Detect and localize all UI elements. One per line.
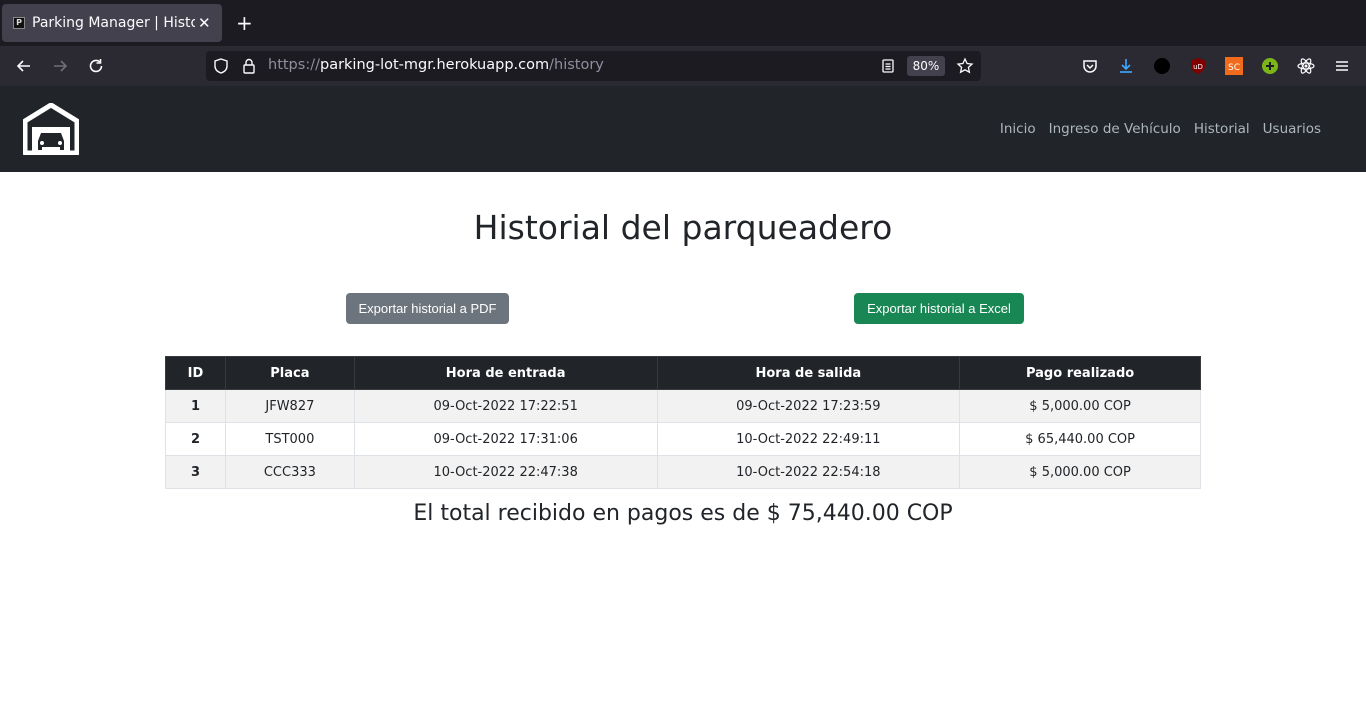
cell-hora-entrada: 09-Oct-2022 17:31:06 — [353, 422, 658, 456]
cell-hora-salida: 09-Oct-2022 17:23:59 — [656, 389, 961, 423]
favicon-icon: P — [13, 17, 25, 29]
zoom-level-badge[interactable]: 80% — [907, 56, 945, 76]
nav-link-ingreso-vehiculo[interactable]: Ingreso de Vehículo — [1049, 121, 1181, 137]
cell-id: 3 — [165, 455, 226, 489]
url-host: parking-lot-mgr.herokuapp.com — [319, 57, 550, 73]
cell-id: 1 — [165, 389, 226, 423]
column-header-id: ID — [165, 356, 226, 390]
hamburger-menu-icon[interactable] — [1333, 57, 1351, 75]
nav-link-usuarios[interactable]: Usuarios — [1263, 121, 1321, 137]
url-bar[interactable]: https://parking-lot-mgr.herokuapp.com/hi… — [206, 51, 981, 81]
cell-hora-entrada: 10-Oct-2022 22:47:38 — [353, 455, 658, 489]
url-scheme: https:// — [268, 57, 320, 73]
tab-title: Parking Manager | Historial — [32, 15, 195, 31]
cell-hora-entrada: 09-Oct-2022 17:22:51 — [353, 389, 658, 423]
table-row: 3 CCC333 10-Oct-2022 22:47:38 10-Oct-202… — [165, 455, 1201, 489]
black-circle-extension-icon[interactable] — [1153, 57, 1171, 75]
cell-placa: JFW827 — [224, 389, 355, 423]
column-header-placa: Placa — [224, 356, 355, 390]
browser-tab[interactable]: P Parking Manager | Historial ✕ — [2, 4, 222, 42]
cell-id: 2 — [165, 422, 226, 456]
url-text[interactable]: https://parking-lot-mgr.herokuapp.com/hi… — [268, 57, 604, 73]
pocket-icon[interactable] — [1081, 57, 1099, 75]
table-header-row: ID Placa Hora de entrada Hora de salida … — [165, 356, 1201, 390]
export-excel-button[interactable]: Exportar historial a Excel — [854, 293, 1024, 324]
react-devtools-icon[interactable] — [1297, 57, 1315, 75]
new-tab-icon[interactable]: + — [236, 12, 253, 34]
column-header-pago: Pago realizado — [959, 356, 1201, 390]
bookmark-star-icon[interactable] — [956, 57, 974, 75]
column-header-hora-entrada: Hora de entrada — [353, 356, 658, 390]
table-row: 1 JFW827 09-Oct-2022 17:22:51 09-Oct-202… — [165, 389, 1201, 423]
reload-icon[interactable] — [86, 56, 106, 76]
export-pdf-button[interactable]: Exportar historial a PDF — [346, 293, 509, 324]
back-icon[interactable] — [14, 56, 34, 76]
browser-tab-strip: P Parking Manager | Historial ✕ + — [0, 0, 1366, 46]
tracking-shield-icon[interactable] — [212, 57, 230, 75]
cell-pago: $ 5,000.00 COP — [959, 389, 1201, 423]
lock-icon[interactable] — [240, 57, 258, 75]
tab-close-icon[interactable]: ✕ — [198, 14, 211, 32]
cell-pago: $ 5,000.00 COP — [959, 455, 1201, 489]
forward-icon[interactable] — [50, 56, 70, 76]
sc-extension-icon[interactable]: SC — [1225, 57, 1243, 75]
green-plus-extension-icon[interactable] — [1261, 57, 1279, 75]
cell-placa: CCC333 — [224, 455, 355, 489]
total-payments-text: El total recibido en pagos es de $ 75,44… — [413, 501, 953, 526]
download-icon[interactable] — [1117, 57, 1135, 75]
reader-view-icon[interactable] — [879, 57, 897, 75]
site-nav: Inicio Ingreso de Vehículo Historial Usu… — [987, 121, 1321, 137]
cell-hora-salida: 10-Oct-2022 22:49:11 — [656, 422, 961, 456]
ublock-origin-icon[interactable]: uD — [1189, 57, 1207, 75]
cell-pago: $ 65,440.00 COP — [959, 422, 1201, 456]
cell-hora-salida: 10-Oct-2022 22:54:18 — [656, 455, 961, 489]
column-header-hora-salida: Hora de salida — [656, 356, 961, 390]
svg-text:SC: SC — [1228, 63, 1240, 73]
history-table: ID Placa Hora de entrada Hora de salida … — [165, 356, 1201, 489]
svg-text:uD: uD — [1193, 63, 1203, 71]
parking-garage-logo-icon[interactable] — [23, 103, 79, 155]
page-title: Historial del parqueadero — [473, 208, 893, 247]
site-header: Inicio Ingreso de Vehículo Historial Usu… — [0, 86, 1366, 172]
cell-placa: TST000 — [224, 422, 355, 456]
url-path: /history — [549, 57, 604, 73]
nav-link-inicio[interactable]: Inicio — [1000, 121, 1036, 137]
browser-toolbar: https://parking-lot-mgr.herokuapp.com/hi… — [0, 46, 1366, 86]
table-row: 2 TST000 09-Oct-2022 17:31:06 10-Oct-202… — [165, 422, 1201, 456]
nav-link-historial[interactable]: Historial — [1194, 121, 1250, 137]
